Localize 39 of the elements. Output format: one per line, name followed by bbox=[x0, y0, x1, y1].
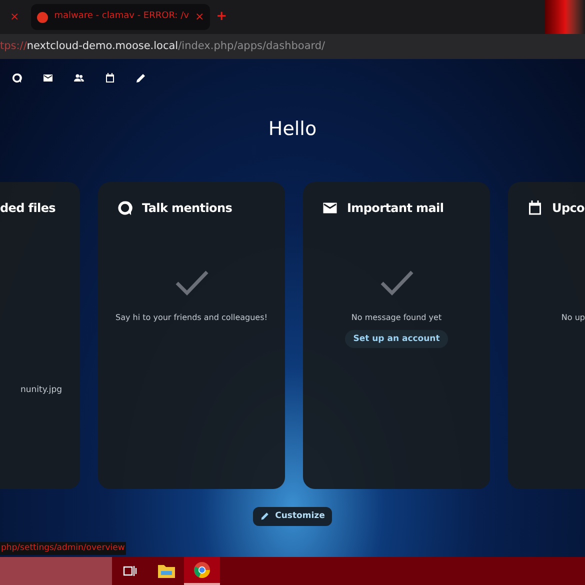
address-bar[interactable]: tps://nextcloud-demo.moose.local/index.php/apps/dashboard/ bbox=[0, 34, 585, 59]
chat-bubble-icon bbox=[116, 198, 134, 216]
url-path: /index.php/apps/dashboard/ bbox=[178, 38, 326, 54]
widget-title: Important mail bbox=[347, 200, 444, 216]
new-tab-button[interactable]: + bbox=[216, 7, 228, 27]
task-view-icon bbox=[123, 565, 137, 577]
widget-title: Talk mentions bbox=[142, 200, 232, 216]
calendar-icon bbox=[104, 72, 116, 84]
checkmark-icon bbox=[380, 270, 414, 296]
folder-icon bbox=[158, 564, 174, 578]
chat-bubble-icon bbox=[11, 72, 23, 84]
widget-title: Upco bbox=[552, 200, 584, 216]
browser-tab[interactable]: malware - clamav - ERROR: /v × bbox=[31, 4, 210, 30]
app-nav-item[interactable] bbox=[10, 71, 24, 85]
tab-favicon-icon bbox=[37, 12, 48, 22]
customize-button[interactable]: Customize bbox=[253, 506, 332, 526]
widget-title: ded files bbox=[0, 200, 56, 216]
mail-icon bbox=[42, 72, 54, 84]
pencil-icon bbox=[260, 511, 270, 521]
url-host: nextcloud-demo.moose.local bbox=[26, 38, 178, 54]
status-url: php/settings/admin/overview bbox=[0, 542, 126, 555]
empty-message: No up bbox=[561, 312, 585, 324]
setup-account-button[interactable]: Set up an account bbox=[345, 330, 448, 348]
browser-tab[interactable]: × bbox=[4, 4, 26, 30]
checkmark-icon bbox=[174, 270, 208, 296]
url-scheme: tps:// bbox=[0, 38, 27, 54]
tab-close-button[interactable]: × bbox=[10, 8, 20, 26]
light-streak bbox=[545, 0, 585, 34]
empty-message: No message found yet bbox=[351, 312, 442, 324]
tab-title: malware - clamav - ERROR: /v bbox=[54, 10, 189, 24]
contacts-icon bbox=[73, 72, 85, 84]
calendar-icon bbox=[526, 198, 544, 216]
empty-message: Say hi to your friends and colleagues! bbox=[116, 312, 268, 324]
tab-close-button[interactable]: × bbox=[194, 8, 204, 26]
file-name[interactable]: nunity.jpg bbox=[20, 384, 62, 396]
chrome-icon bbox=[194, 562, 210, 578]
app-nav-item[interactable] bbox=[134, 71, 148, 85]
pencil-icon bbox=[135, 72, 147, 84]
greeting-heading: Hello bbox=[267, 117, 318, 142]
